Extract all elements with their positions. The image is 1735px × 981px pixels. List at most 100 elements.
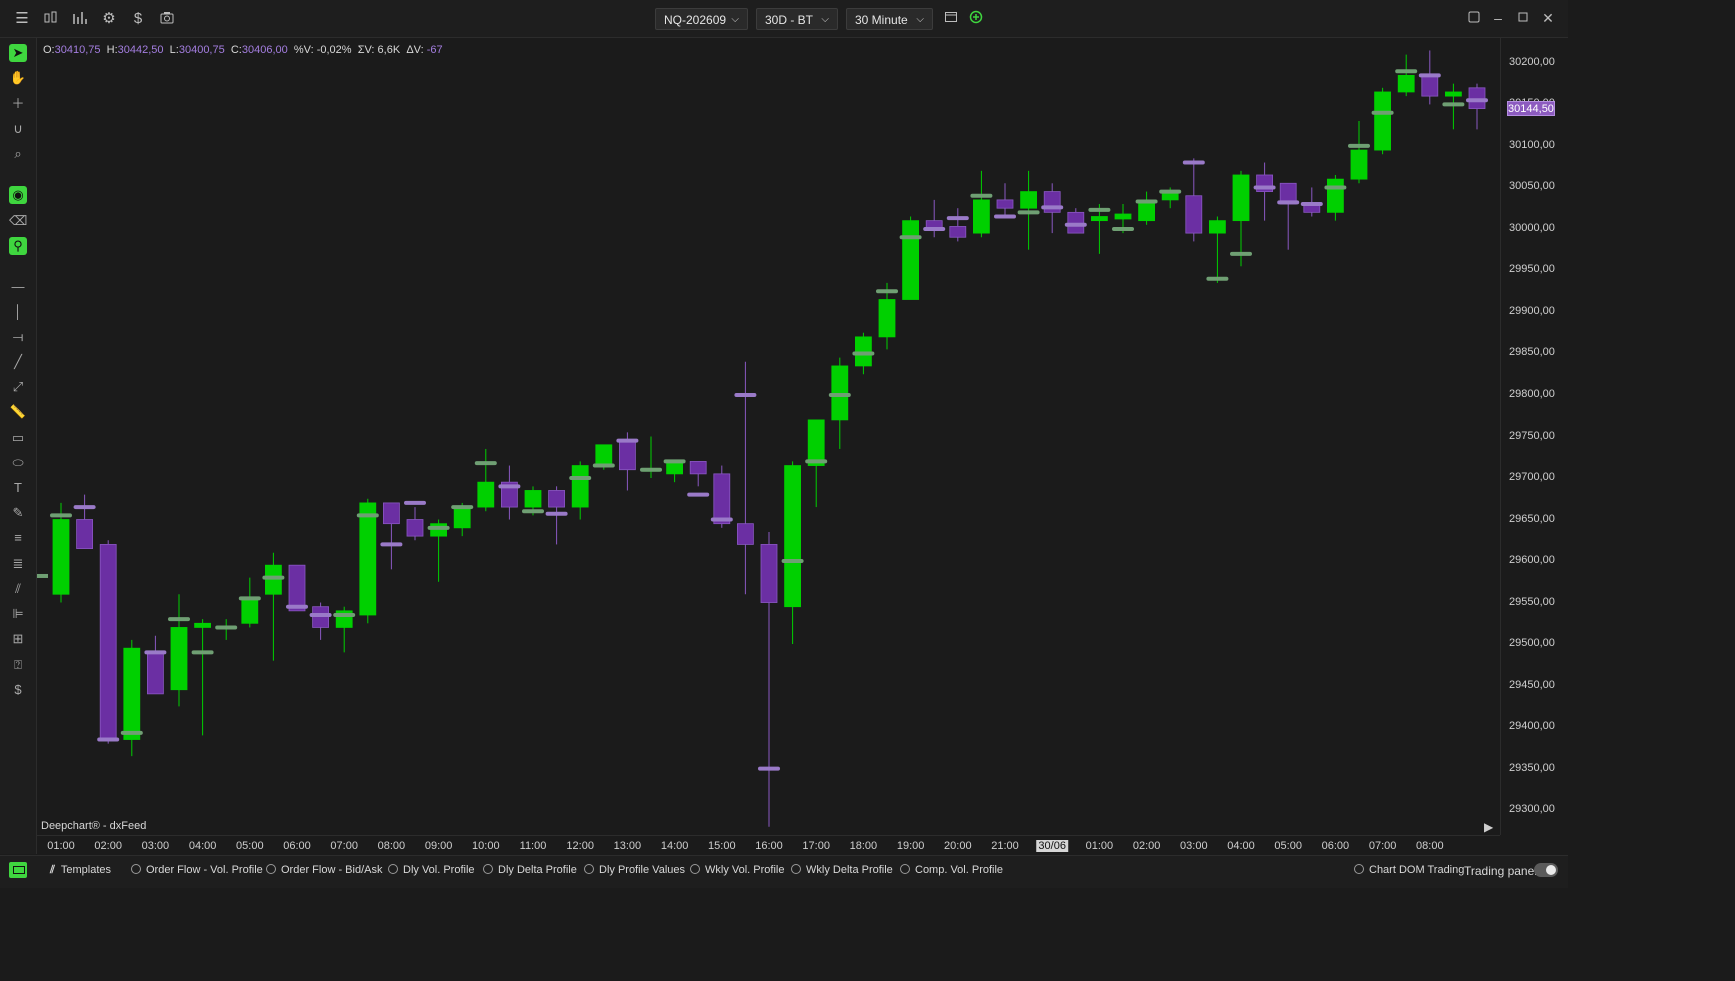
candle[interactable] [120,639,143,757]
candle[interactable] [1300,187,1323,217]
candle[interactable] [923,199,946,238]
template-wkly-delta-profile[interactable]: Wkly Delta Profile [791,864,893,876]
menu-icon[interactable]: ☰ [13,10,31,28]
pointer-tool-icon[interactable]: ➤ [9,44,27,62]
symbol-select[interactable]: NQ-202609 ⌵ [655,8,748,30]
candle[interactable] [805,419,828,508]
candle[interactable] [333,606,356,653]
candle[interactable] [1277,182,1300,250]
eraser-tool-icon[interactable]: ⌫ [9,212,27,230]
template-dly-profile-values[interactable]: Dly Profile Values [584,864,685,876]
candle[interactable] [828,357,851,449]
template-dly-vol-profile[interactable]: Dly Vol. Profile [388,864,475,876]
hand-tool-icon[interactable]: ✋ [9,69,27,87]
candle[interactable] [1442,83,1465,130]
candle[interactable] [144,635,167,695]
zoom-tool-icon[interactable]: ⌕ [9,145,27,163]
candle[interactable] [404,500,426,541]
rectangle-tool-icon[interactable]: ▭ [9,429,27,447]
volume-profile-tool-icon[interactable]: ⊫ [9,605,27,623]
candle[interactable] [1466,83,1488,130]
ruler-icon[interactable]: 📏 [9,403,27,421]
price-axis[interactable]: 30200,0030150,0030100,0030050,0030000,00… [1500,38,1569,835]
candle[interactable] [168,594,190,707]
candle[interactable] [1206,216,1229,283]
dollar-icon[interactable]: $ [129,10,147,28]
candlestick-icon[interactable] [42,10,60,28]
eye-tool-icon[interactable]: ◉ [9,186,27,204]
candle[interactable] [427,519,450,582]
candle[interactable] [356,498,379,624]
template-dly-delta-profile[interactable]: Dly Delta Profile [483,864,577,876]
candle[interactable] [1230,170,1252,267]
candle[interactable] [451,502,474,537]
candle[interactable] [1418,50,1441,105]
fibonacci-tool-icon[interactable]: ≡ [9,529,27,547]
candle[interactable] [474,448,497,512]
restore-icon[interactable] [1466,10,1482,26]
crosshair-tool-icon[interactable]: ＋ [9,95,27,113]
candle[interactable] [569,461,592,520]
templates-button[interactable]: ⫽ Templates [50,864,111,877]
candle[interactable] [380,502,403,570]
settings-icon[interactable]: ⚙ [100,10,118,28]
panel-toggle-icon[interactable] [9,862,27,878]
anchored-vwap-icon[interactable]: ⊞ [9,630,27,648]
range-select[interactable]: 30D - BT ⌵ [756,8,838,30]
candle[interactable] [710,465,733,528]
candle[interactable] [191,619,214,736]
chart-dom-trading-option[interactable]: Chart DOM Trading [1354,864,1464,876]
lock-drawing-icon[interactable]: ⚲ [9,237,27,255]
candle[interactable] [545,486,568,545]
trade-tool-icon[interactable]: $ [9,681,27,699]
template-order-flow-vol-profile[interactable]: Order Flow - Vol. Profile [131,864,263,876]
minimize-icon[interactable]: – [1490,10,1506,26]
candle[interactable] [663,459,686,483]
candle[interactable] [1017,170,1040,250]
candle[interactable] [1395,54,1418,97]
horizontal-line-icon[interactable]: — [9,278,27,296]
candle[interactable] [758,531,780,827]
trend-line-icon[interactable]: ╱ [9,353,27,371]
candle[interactable] [616,432,639,491]
candle[interactable] [1064,208,1087,234]
trading-panel-toggle[interactable] [1534,863,1558,877]
candle[interactable] [498,465,521,520]
new-window-icon[interactable] [942,10,960,28]
candle[interactable] [262,552,285,661]
camera-icon[interactable] [158,10,176,28]
time-axis[interactable]: 01:00 02:00 03:00 04:00 05:00 06:00 07:00 08:00… [37,835,1500,856]
price-alert-icon[interactable]: ⍰ [9,656,27,674]
template-order-flow-bid-ask[interactable]: Order Flow - Bid/Ask [266,864,382,876]
candle[interactable] [852,332,875,375]
candle[interactable] [238,577,261,628]
candle[interactable] [1159,187,1182,209]
gann-fan-icon[interactable]: ⫽ [9,580,27,598]
candle[interactable] [1324,174,1347,221]
candle[interactable] [592,444,615,470]
candle[interactable] [994,183,1016,219]
candle[interactable] [286,564,308,612]
candle[interactable] [1253,162,1276,221]
fib-extension-icon[interactable]: ≣ [9,555,27,573]
template-comp-vol-profile[interactable]: Comp. Vol. Profile [900,864,1003,876]
candle[interactable] [687,461,710,497]
candle[interactable] [522,486,544,516]
text-tool-icon[interactable]: T [9,479,27,497]
play-icon[interactable]: ▶ [1484,820,1493,834]
ellipse-tool-icon[interactable]: ⬭ [9,454,27,472]
candle[interactable] [73,494,96,549]
indicators-icon[interactable] [71,10,89,28]
candle[interactable] [734,361,757,595]
pencil-tool-icon[interactable]: ✎ [9,504,27,522]
template-wkly-vol-profile[interactable]: Wkly Vol. Profile [690,864,784,876]
candle[interactable] [1112,204,1134,234]
candle[interactable] [97,540,120,744]
extended-line-icon[interactable]: ⤢ [9,378,27,396]
candle[interactable] [309,602,332,640]
candle[interactable] [946,208,969,242]
vertical-line-icon[interactable]: │ [9,303,27,321]
maximize-icon[interactable] [1515,10,1531,26]
candle[interactable] [1041,183,1064,234]
timeframe-select[interactable]: 30 Minute ⌵ [846,8,933,30]
